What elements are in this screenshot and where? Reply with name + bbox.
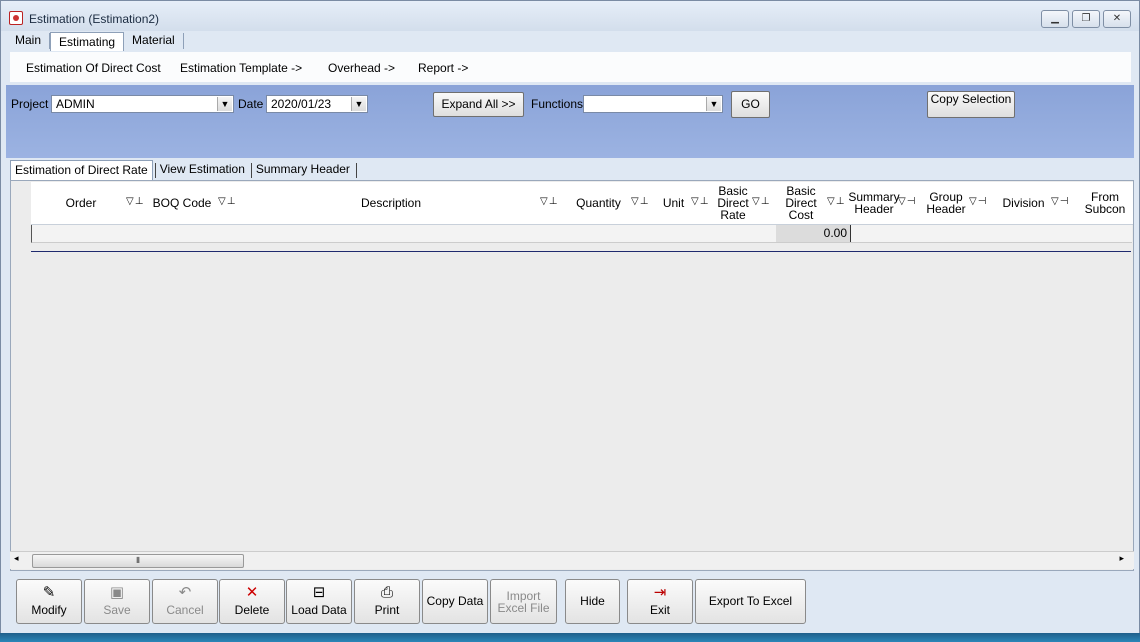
project-label: Project	[11, 97, 49, 111]
tab-view-estimation[interactable]: View Estimation	[156, 160, 249, 180]
floppy-icon: ▣	[109, 584, 125, 601]
filter-pin-icon[interactable]: ▽⊣	[898, 196, 916, 207]
estimating-submenu: Estimation Of Direct Cost Estimation Tem…	[10, 52, 1131, 82]
horizontal-scrollbar[interactable]: ◂ ⦀ ▸	[10, 551, 1134, 569]
chevron-down-icon[interactable]: ▼	[706, 97, 721, 111]
column-basic-direct-cost[interactable]: Basic Direct Cost	[776, 182, 826, 224]
column-basic-direct-rate[interactable]: Basic Direct Rate	[715, 182, 751, 224]
column-from-subcon[interactable]: From Subcon	[1079, 182, 1131, 224]
tab-main[interactable]: Main	[7, 31, 49, 51]
printer-icon: ⎙	[380, 584, 393, 601]
functions-select[interactable]: ▼	[583, 95, 723, 113]
filter-pin-icon[interactable]: ▽⊥	[752, 196, 770, 207]
window-controls: ▁ ❐ ✕	[1041, 10, 1131, 28]
close-button[interactable]: ✕	[1103, 10, 1131, 28]
exit-door-icon: ⇥	[653, 584, 667, 601]
x-icon: ✕	[245, 584, 259, 601]
go-button[interactable]: GO	[731, 91, 770, 118]
load-data-button[interactable]: ⊟ Load Data	[286, 579, 352, 624]
filter-pin-icon[interactable]: ▽⊥	[691, 196, 709, 207]
summary-row[interactable]: 0.00	[31, 225, 1132, 243]
total-basic-direct-cost: 0.00	[776, 225, 851, 242]
tab-separator	[355, 163, 357, 178]
scroll-right-icon[interactable]: ▸	[1119, 553, 1124, 564]
column-group-header[interactable]: Group Header	[924, 182, 968, 224]
desktop-strip	[0, 633, 1140, 642]
view-tabs: Estimation of Direct Rate View Estimatio…	[10, 160, 357, 180]
action-bar: ✎ Modify ▣ Save ↶ Cancel ✕ Delete ⊟ Load…	[6, 573, 1134, 631]
delete-button[interactable]: ✕ Delete	[219, 579, 285, 624]
scroll-left-icon[interactable]: ◂	[14, 553, 19, 564]
tab-separator	[182, 33, 184, 49]
filter-pin-icon[interactable]: ▽⊥	[126, 196, 144, 207]
tab-estimation-of-direct-rate[interactable]: Estimation of Direct Rate	[10, 160, 153, 180]
modify-label: Modify	[31, 603, 67, 617]
tab-estimating[interactable]: Estimating	[50, 32, 125, 51]
window-title: Estimation (Estimation2)	[29, 12, 160, 26]
date-label: Date	[238, 97, 264, 111]
column-unit[interactable]: Unit	[656, 182, 691, 224]
save-label: Save	[103, 603, 131, 617]
column-boq-code[interactable]: BOQ Code	[151, 182, 213, 224]
chevron-down-icon[interactable]: ▼	[217, 97, 232, 111]
filter-pin-icon[interactable]: ▽⊥	[827, 196, 845, 207]
export-to-excel-button[interactable]: Export To Excel	[695, 579, 806, 624]
column-summary-header[interactable]: Summary Header	[848, 182, 899, 224]
restore-button[interactable]: ❐	[1072, 10, 1100, 28]
load-data-label: Load Data	[291, 603, 347, 617]
grid-header: Order ▽⊥ BOQ Code ▽⊥ Description ▽⊥ Quan…	[31, 182, 1133, 225]
menu-tabs: Main Estimating Material	[7, 31, 184, 51]
filter-pin-icon[interactable]: ▽⊣	[969, 196, 987, 207]
import-excel-file-button[interactable]: Import Excel File	[490, 579, 557, 624]
date-value: 2020/01/23	[271, 97, 332, 111]
exit-label: Exit	[649, 603, 670, 617]
filter-toolbar: Project ADMIN ▼ Date 2020/01/23 ▼ Expand…	[6, 85, 1134, 158]
cancel-label: Cancel	[166, 603, 204, 617]
tab-summary-header[interactable]: Summary Header	[252, 160, 354, 180]
filter-pin-icon[interactable]: ▽⊣	[1051, 196, 1069, 207]
load-icon: ⊟	[312, 584, 326, 601]
submenu-overhead[interactable]: Overhead ->	[328, 61, 395, 75]
submenu-estimation-template[interactable]: Estimation Template ->	[180, 61, 302, 75]
column-order[interactable]: Order	[31, 182, 131, 224]
submenu-report[interactable]: Report ->	[418, 61, 468, 75]
expand-all-button[interactable]: Expand All >>	[433, 92, 524, 117]
filter-pin-icon[interactable]: ▽⊥	[540, 196, 558, 207]
title-bar: Estimation (Estimation2) ▁ ❐ ✕	[1, 1, 1139, 31]
exit-button[interactable]: ⇥ Exit	[627, 579, 693, 624]
date-picker[interactable]: 2020/01/23 ▼	[266, 95, 368, 113]
functions-label: Functions	[531, 97, 584, 111]
column-quantity[interactable]: Quantity	[566, 182, 631, 224]
column-division[interactable]: Division	[996, 182, 1051, 224]
undo-icon: ↶	[178, 584, 192, 601]
filter-pin-icon[interactable]: ▽⊥	[631, 196, 649, 207]
copy-data-button[interactable]: Copy Data	[422, 579, 488, 624]
pencil-icon: ✎	[42, 584, 56, 601]
project-value: ADMIN	[56, 97, 95, 111]
cancel-button[interactable]: ↶ Cancel	[152, 579, 218, 624]
print-button[interactable]: ⎙ Print	[354, 579, 420, 624]
save-button[interactable]: ▣ Save	[84, 579, 150, 624]
row-divider	[31, 251, 1131, 252]
chevron-down-icon[interactable]: ▼	[351, 97, 366, 111]
submenu-estimation-of-direct-cost[interactable]: Estimation Of Direct Cost	[26, 61, 161, 75]
app-icon	[9, 11, 23, 25]
minimize-button[interactable]: ▁	[1041, 10, 1069, 28]
delete-label: Delete	[234, 603, 270, 617]
filter-pin-icon[interactable]: ▽⊥	[218, 196, 236, 207]
estimation-window: Estimation (Estimation2) ▁ ❐ ✕ Main Esti…	[0, 0, 1140, 634]
tab-material[interactable]: Material	[124, 31, 183, 51]
print-label: Print	[374, 603, 400, 617]
estimation-grid: Order ▽⊥ BOQ Code ▽⊥ Description ▽⊥ Quan…	[10, 180, 1134, 571]
scrollbar-thumb[interactable]: ⦀	[32, 554, 244, 568]
modify-button[interactable]: ✎ Modify	[16, 579, 82, 624]
hide-button[interactable]: Hide	[565, 579, 620, 624]
project-select[interactable]: ADMIN ▼	[51, 95, 234, 113]
copy-selection-button[interactable]: Copy Selection	[927, 91, 1015, 118]
column-description[interactable]: Description	[241, 182, 541, 224]
